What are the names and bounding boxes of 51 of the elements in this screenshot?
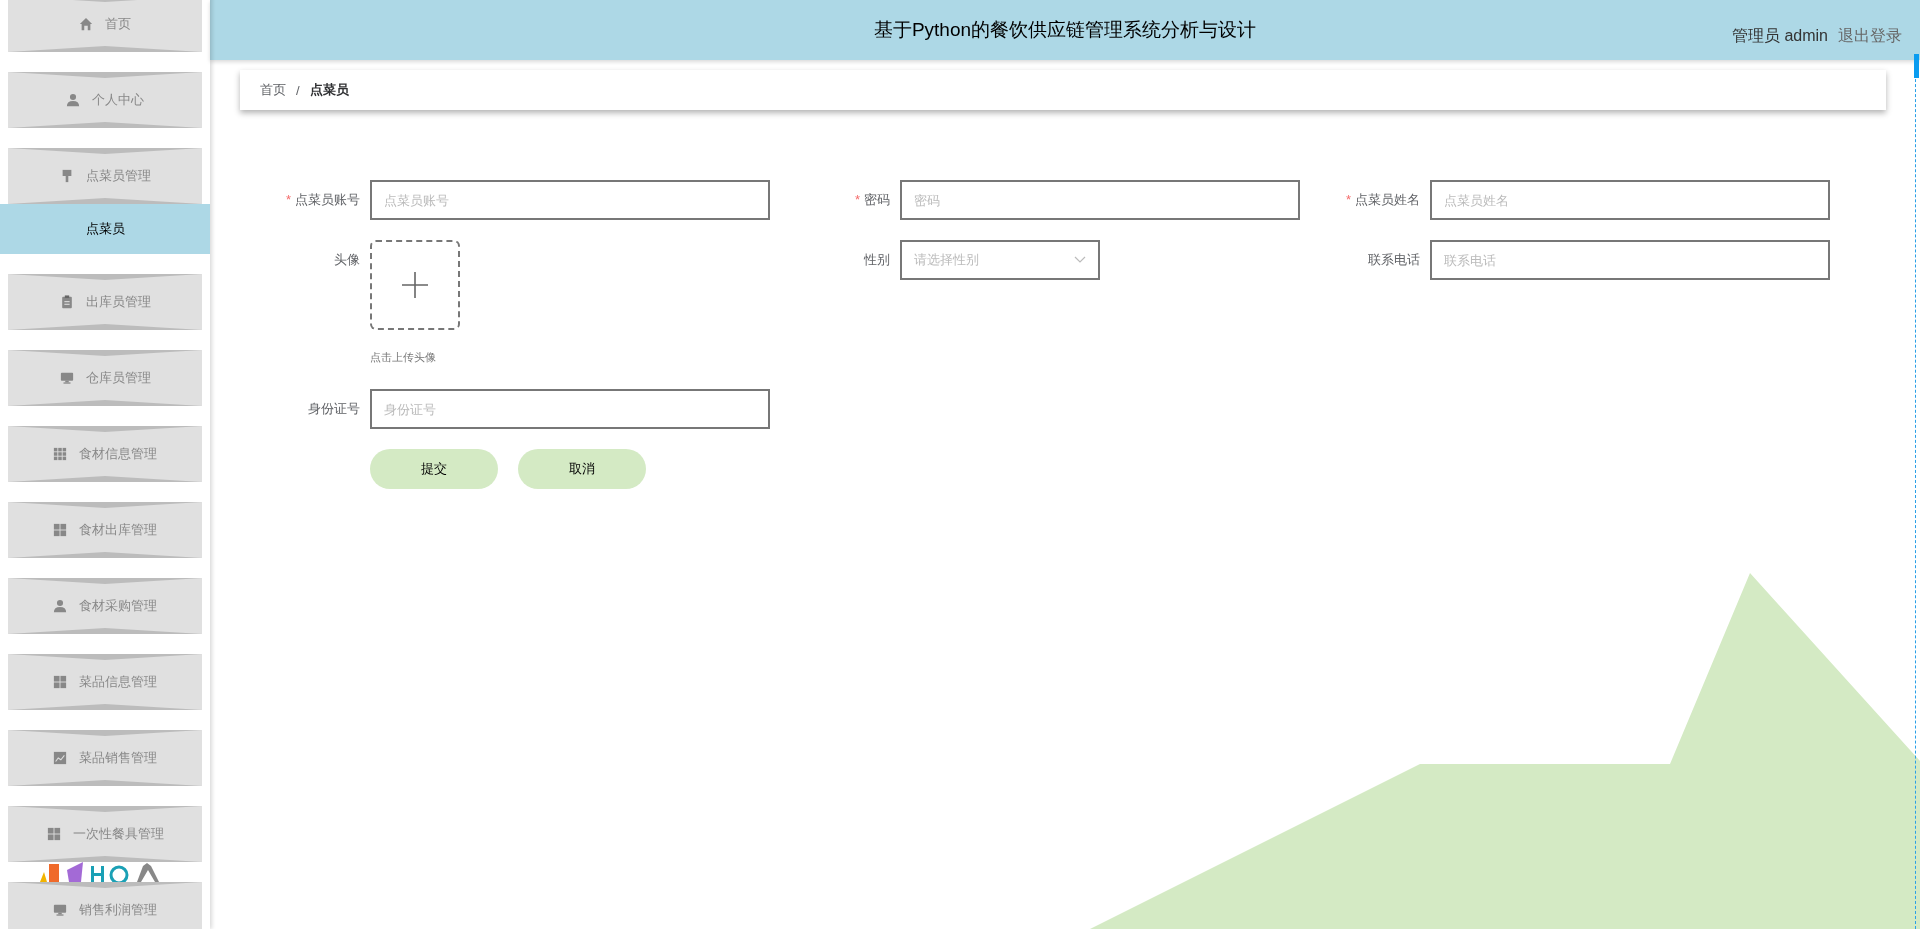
- upload-box[interactable]: [370, 240, 460, 330]
- monitor-icon: [59, 371, 74, 385]
- input-field[interactable]: 联系电话: [1430, 240, 1830, 280]
- field-label: 身份证号: [308, 401, 360, 416]
- field-label: 联系电话: [1368, 252, 1420, 267]
- scrollbar[interactable]: [1914, 54, 1919, 78]
- plus-icon: [401, 271, 429, 299]
- sidebar-item[interactable]: 食材出库管理: [8, 502, 202, 558]
- submit-button[interactable]: 提交: [370, 449, 498, 489]
- required-mark: *: [285, 192, 291, 207]
- sidebar-item[interactable]: 仓库员管理: [8, 350, 202, 406]
- sidebar-item[interactable]: 首页: [8, 0, 202, 52]
- required-mark: *: [854, 192, 860, 207]
- home-icon: [79, 17, 93, 31]
- user-label: 管理员 admin: [1731, 26, 1828, 46]
- sidebar-item[interactable]: 菜品销售管理: [8, 730, 202, 786]
- sidebar-item[interactable]: 出库员管理: [8, 274, 202, 330]
- person-icon: [66, 93, 80, 107]
- field-label: 点菜员姓名: [1355, 192, 1420, 207]
- grid-icon: [46, 827, 61, 841]
- cancel-button[interactable]: 取消: [518, 449, 646, 489]
- grid-icon: [53, 447, 67, 461]
- field-label: 密码: [864, 192, 890, 207]
- logout-link[interactable]: 退出登录: [1838, 26, 1902, 47]
- breadcrumb-link[interactable]: 首页: [260, 81, 286, 99]
- input-field[interactable]: 点菜员姓名: [1430, 180, 1830, 220]
- input-field[interactable]: 身份证号: [370, 389, 770, 429]
- input-field[interactable]: 密码: [900, 180, 1300, 220]
- monitor-icon: [53, 903, 67, 917]
- field-label: 点菜员账号: [295, 192, 360, 207]
- select-field[interactable]: 请选择性别: [900, 240, 1100, 280]
- field-label: 头像: [334, 252, 360, 267]
- chevron-down-icon: [1074, 256, 1086, 264]
- breadcrumb-separator: /: [295, 82, 301, 98]
- sidebar-item[interactable]: 菜品信息管理: [8, 654, 202, 710]
- sidebar-item[interactable]: 食材采购管理: [8, 578, 202, 634]
- sidebar-item[interactable]: 个人中心: [8, 72, 202, 128]
- grid-icon: [53, 675, 67, 689]
- required-mark: *: [1345, 192, 1351, 207]
- grid-icon: [53, 523, 67, 537]
- input-field[interactable]: 点菜员账号: [370, 180, 770, 220]
- person-icon: [53, 599, 67, 613]
- sidebar-item[interactable]: 点菜员管理: [8, 148, 202, 204]
- page-title: 基于Python的餐饮供应链管理系统分析与设计: [873, 18, 1257, 42]
- clipboard-icon: [59, 295, 74, 309]
- breadcrumb-link[interactable]: 点菜员: [309, 81, 349, 99]
- sidebar-item[interactable]: 食材信息管理: [8, 426, 202, 482]
- upload-hint: 点击上传头像: [370, 350, 437, 365]
- chart-icon: [53, 751, 67, 765]
- submenu-item[interactable]: 点菜员: [0, 204, 210, 254]
- field-label: 性别: [864, 252, 890, 267]
